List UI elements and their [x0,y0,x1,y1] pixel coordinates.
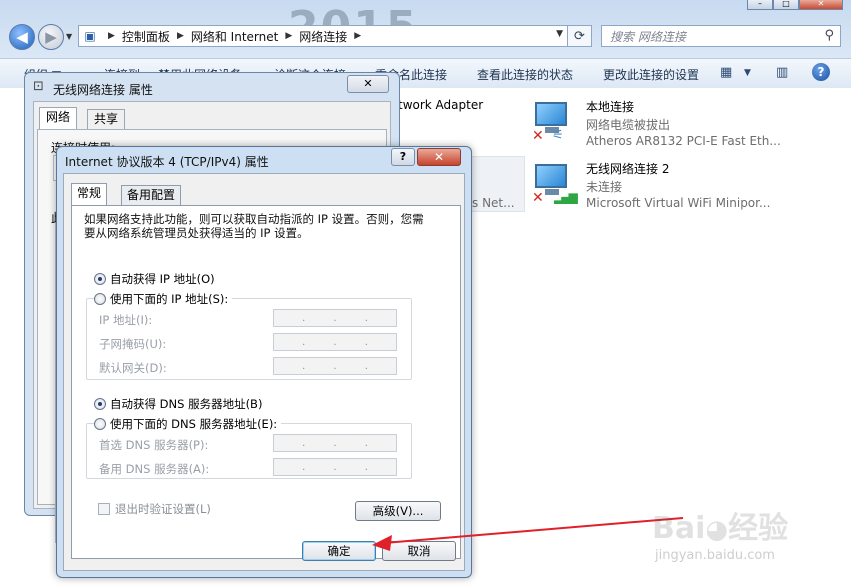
annotation-arrow [372,517,684,551]
baidu-watermark-url: jingyan.baidu.com [655,548,775,563]
baidu-watermark-logo: Bai◕经验 [652,511,789,546]
